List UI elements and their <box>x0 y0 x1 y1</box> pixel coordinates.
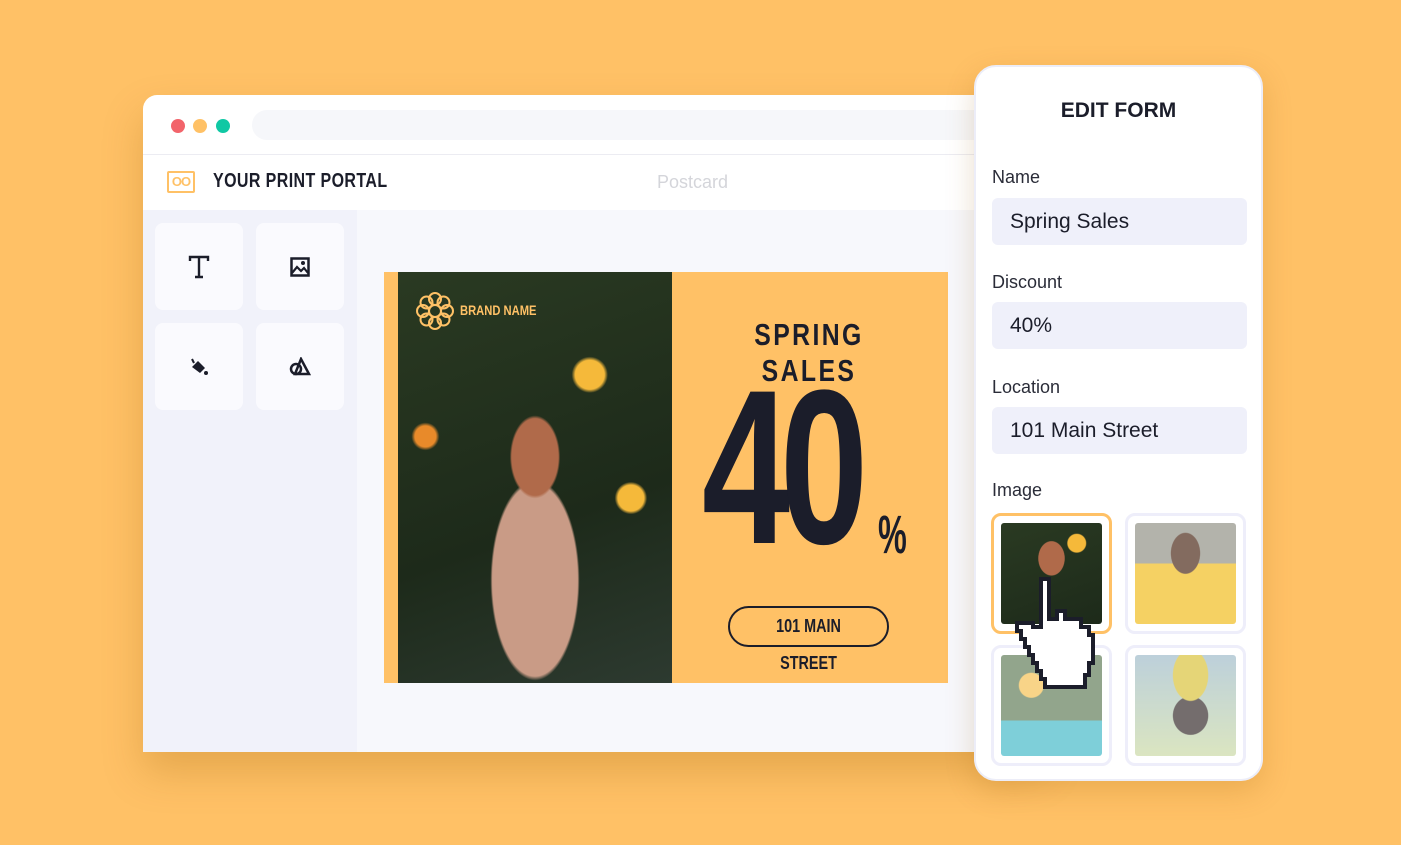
text-tool-button[interactable] <box>155 223 243 310</box>
postcard-preview[interactable]: BRAND NAME SPRING SALES 40 % 101 MAIN ST… <box>384 272 948 683</box>
app-header: OO YOUR PRINT PORTAL Postcard <box>143 155 1043 210</box>
image-tool-button[interactable] <box>256 223 344 310</box>
address-text: 101 MAIN STREET <box>776 616 841 673</box>
minimize-dot[interactable] <box>193 119 207 133</box>
address-pill: 101 MAIN STREET <box>728 606 889 673</box>
percent-sign: % <box>878 505 907 565</box>
discount-field[interactable]: 40% <box>992 302 1247 349</box>
shapes-icon <box>289 356 311 375</box>
hand-pointer-cursor-icon <box>1015 577 1095 689</box>
postcard-photo: BRAND NAME <box>398 272 672 683</box>
maximize-dot[interactable] <box>216 119 230 133</box>
flower-logo-icon <box>416 292 454 330</box>
close-dot[interactable] <box>171 119 185 133</box>
paint-bucket-icon <box>191 358 208 375</box>
shapes-tool-button[interactable] <box>256 323 344 410</box>
discount-label: Discount <box>992 272 1063 292</box>
form-title: EDIT FORM <box>1060 99 1177 122</box>
brand-name-text: BRAND NAME <box>460 302 537 318</box>
text-icon <box>188 255 210 278</box>
name-field[interactable]: Spring Sales <box>992 198 1247 245</box>
discount-number: 40 <box>702 344 868 590</box>
browser-window: OO YOUR PRINT PORTAL Postcard BRAND NAME… <box>143 95 1043 752</box>
fill-tool-button[interactable] <box>155 323 243 410</box>
image-label: Image <box>992 480 1043 500</box>
document-title: Postcard <box>657 172 729 192</box>
title-bar <box>143 95 1043 155</box>
image-icon <box>290 256 310 277</box>
address-bar[interactable] <box>252 110 1043 140</box>
name-label: Name <box>992 167 1041 187</box>
image-option-2[interactable] <box>1125 513 1246 634</box>
location-field[interactable]: 101 Main Street <box>992 407 1247 454</box>
image-option-4[interactable] <box>1125 645 1246 766</box>
logo-icon: OO <box>167 171 195 193</box>
tool-sidebar <box>143 210 357 752</box>
location-label: Location <box>992 377 1061 397</box>
brand-name: YOUR PRINT PORTAL <box>213 170 388 192</box>
